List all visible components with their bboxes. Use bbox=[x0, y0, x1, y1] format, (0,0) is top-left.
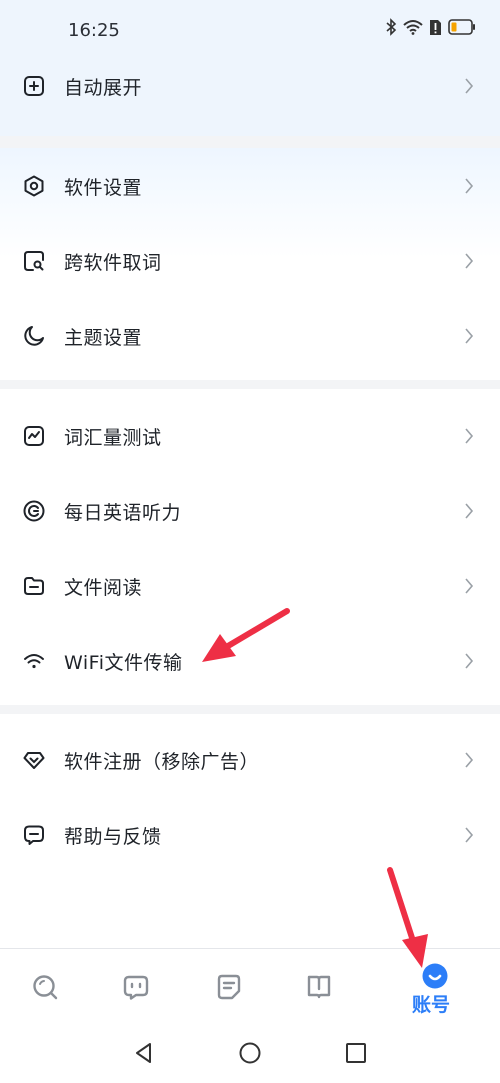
chat-icon bbox=[122, 973, 150, 1001]
chevron-right-icon bbox=[464, 427, 474, 445]
search-icon bbox=[31, 973, 59, 1001]
menu-item-file-reading[interactable]: 文件阅读 bbox=[0, 549, 500, 623]
menu-item-label: 自动展开 bbox=[64, 76, 143, 99]
book-icon bbox=[305, 973, 333, 1001]
chart-icon bbox=[22, 424, 46, 448]
chevron-right-icon bbox=[464, 652, 474, 670]
menu-item-help-feedback[interactable]: 帮助与反馈 bbox=[0, 798, 500, 872]
diamond-icon bbox=[22, 748, 46, 772]
moon-icon bbox=[22, 324, 46, 348]
tab-chat[interactable] bbox=[101, 949, 171, 1024]
menu-item-auto-expand[interactable]: 自动展开 bbox=[0, 49, 500, 123]
message-icon bbox=[22, 823, 46, 847]
menu-item-label: 跨软件取词 bbox=[64, 251, 162, 274]
system-nav-bar bbox=[0, 1023, 500, 1083]
search-square-icon bbox=[22, 249, 46, 273]
battery-icon bbox=[448, 19, 475, 35]
tab-notes[interactable] bbox=[194, 949, 264, 1024]
menu-item-label: 主题设置 bbox=[64, 326, 143, 349]
menu-item-wifi-transfer[interactable]: WiFi文件传输 bbox=[0, 624, 500, 698]
menu-item-register[interactable]: 软件注册（移除广告） bbox=[0, 723, 500, 797]
menu-item-label: 帮助与反馈 bbox=[64, 825, 162, 848]
chevron-right-icon bbox=[464, 577, 474, 595]
menu-item-theme-settings[interactable]: 主题设置 bbox=[0, 299, 500, 373]
chevron-right-icon bbox=[464, 327, 474, 345]
menu-item-label: WiFi文件传输 bbox=[64, 651, 183, 674]
folder-icon bbox=[22, 574, 46, 598]
recents-icon[interactable] bbox=[344, 1041, 368, 1065]
menu-item-label: 文件阅读 bbox=[64, 576, 143, 599]
note-icon bbox=[215, 973, 243, 1001]
sim-alert-icon bbox=[430, 19, 441, 35]
chevron-right-icon bbox=[464, 751, 474, 769]
menu-item-label: 词汇量测试 bbox=[64, 426, 162, 449]
menu-item-label: 软件设置 bbox=[64, 176, 143, 199]
tab-book[interactable] bbox=[284, 949, 354, 1024]
headphone-circle-icon bbox=[22, 499, 46, 523]
menu-section-learning: 词汇量测试 每日英语听力 文件阅读 WiFi文件传输 bbox=[0, 389, 500, 705]
menu-item-vocab-test[interactable]: 词汇量测试 bbox=[0, 399, 500, 473]
menu-section-expand: 自动展开 bbox=[0, 56, 500, 136]
tab-search[interactable] bbox=[10, 949, 80, 1024]
hexagon-settings-icon bbox=[22, 174, 46, 198]
menu-section-settings: 软件设置 跨软件取词 主题设置 bbox=[0, 148, 500, 380]
chevron-right-icon bbox=[464, 77, 474, 95]
chevron-right-icon bbox=[464, 826, 474, 844]
bluetooth-icon bbox=[386, 18, 397, 36]
chevron-right-icon bbox=[464, 502, 474, 520]
menu-item-label: 每日英语听力 bbox=[64, 501, 182, 524]
chevron-right-icon bbox=[464, 252, 474, 270]
tab-account-label: 账号 bbox=[412, 994, 451, 1016]
status-icons bbox=[385, 18, 476, 36]
menu-section-support: 软件注册（移除广告） 帮助与反馈 bbox=[0, 714, 500, 948]
home-icon[interactable] bbox=[238, 1041, 262, 1065]
menu-item-cross-app-lookup[interactable]: 跨软件取词 bbox=[0, 224, 500, 298]
status-time: 16:25 bbox=[68, 20, 120, 41]
chevron-right-icon bbox=[464, 177, 474, 195]
menu-item-label: 软件注册（移除广告） bbox=[64, 750, 260, 773]
wifi-icon bbox=[22, 649, 46, 673]
account-icon bbox=[422, 963, 448, 989]
wifi-status-icon bbox=[403, 20, 423, 35]
menu-item-daily-listening[interactable]: 每日英语听力 bbox=[0, 474, 500, 548]
back-icon[interactable] bbox=[132, 1041, 156, 1065]
plus-square-icon bbox=[22, 74, 46, 98]
menu-item-software-settings[interactable]: 软件设置 bbox=[0, 149, 500, 223]
